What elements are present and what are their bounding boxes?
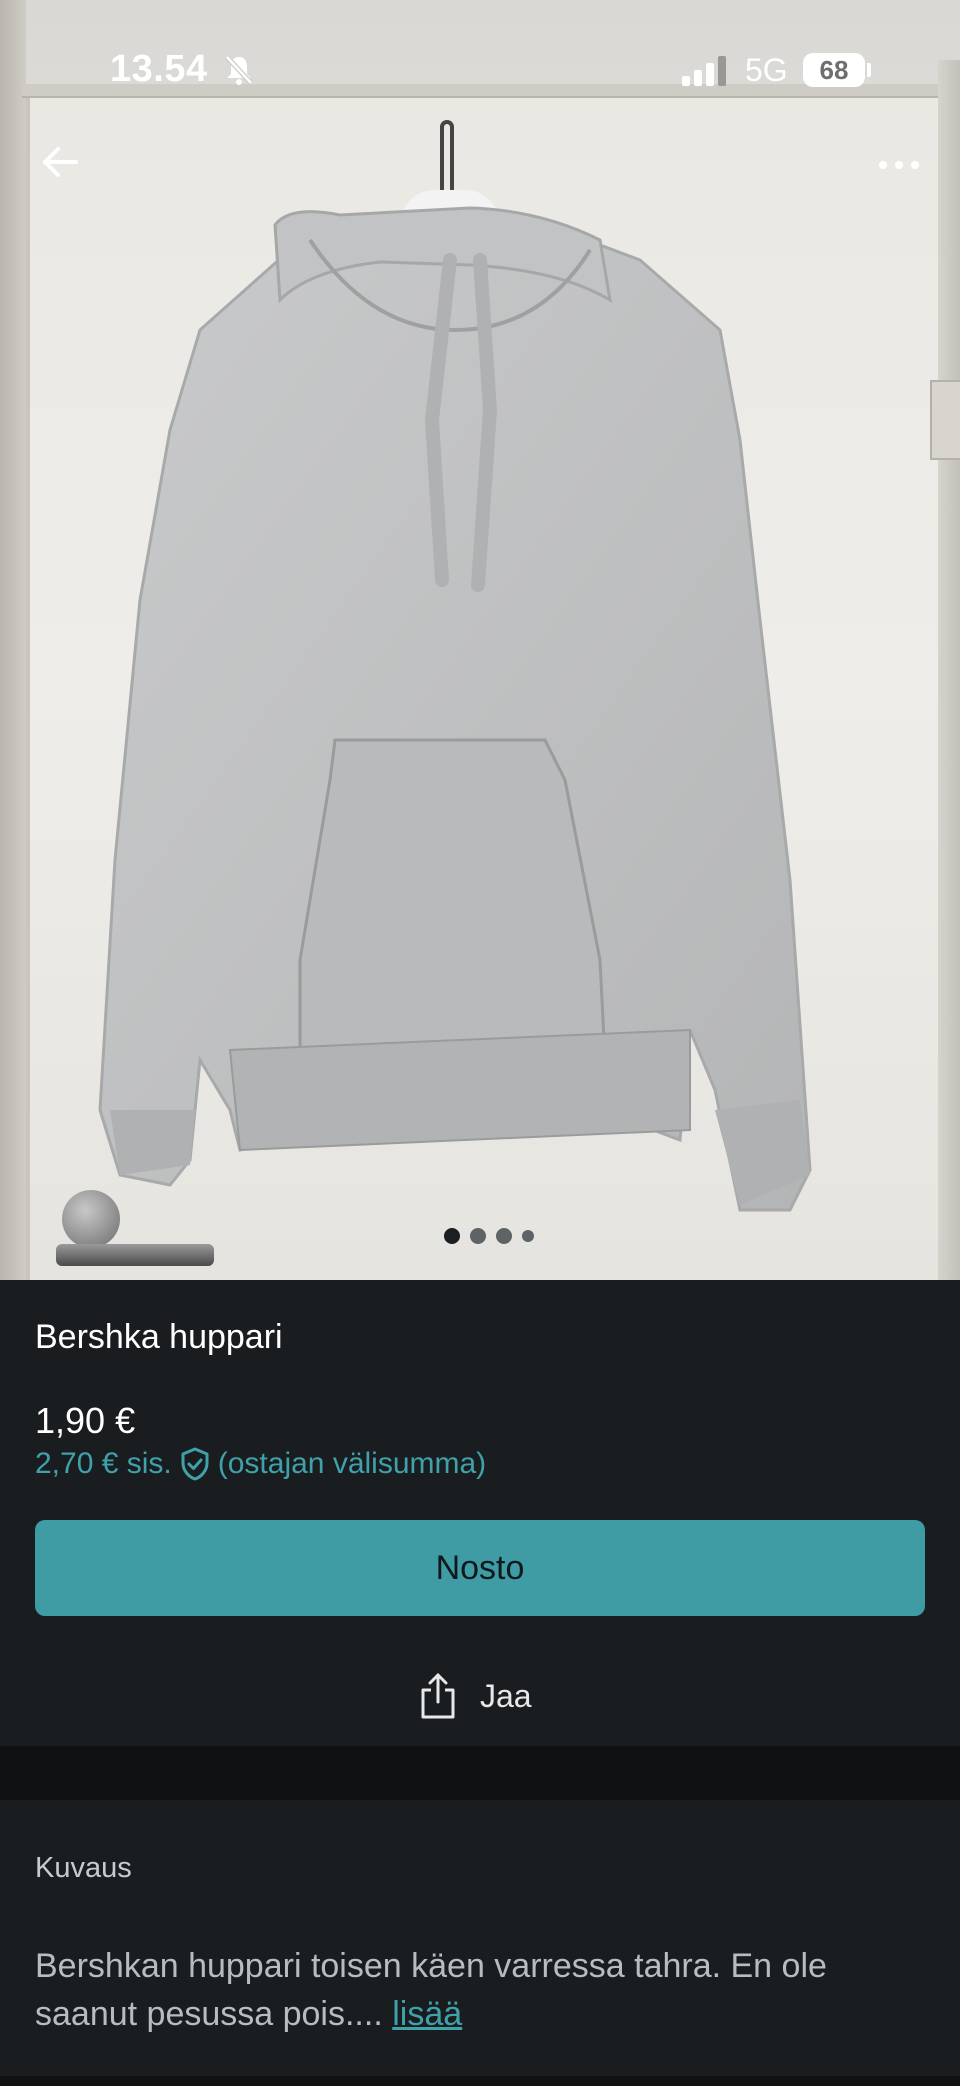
description-heading: Kuvaus: [35, 1852, 132, 1884]
bottom-strip: [0, 2076, 960, 2086]
buy-button[interactable]: Nosto: [35, 1520, 925, 1616]
pager-dot[interactable]: [496, 1228, 512, 1244]
shield-check-icon: [181, 1447, 209, 1481]
more-options-button[interactable]: [868, 140, 930, 190]
read-more-link[interactable]: lisää: [392, 1995, 462, 2033]
protection-note: (ostajan välisumma): [217, 1447, 487, 1480]
listing-price: 1,90 €: [35, 1400, 136, 1441]
total-price: 2,70 € sis.: [35, 1447, 172, 1480]
description-text-block: Bershkan huppari toisen käen varressa ta…: [35, 1942, 925, 2038]
battery-level: 68: [819, 55, 849, 85]
signal-icon: [682, 56, 726, 86]
battery-icon: 68: [803, 53, 865, 87]
pager-dot[interactable]: [522, 1230, 534, 1242]
more-dots-icon: [879, 161, 887, 169]
bell-muted-icon: [225, 55, 253, 85]
listing-details: Bershka huppari 1,90 € 2,70 € sis. (osta…: [0, 1280, 960, 1746]
hoodie-illustration: [98, 206, 812, 1212]
battery-tip: [867, 63, 871, 77]
share-icon: [421, 1673, 455, 1719]
buyer-protection-info[interactable]: 2,70 € sis. (ostajan välisumma): [35, 1447, 486, 1481]
buy-button-label: Nosto: [435, 1548, 525, 1587]
pager-dot[interactable]: [470, 1228, 486, 1244]
image-pager: [444, 1228, 534, 1244]
product-photo[interactable]: 13.54 5G 68: [0, 0, 960, 1280]
listing-title: Bershka huppari: [35, 1318, 283, 1356]
status-bar: 13.54 5G 68: [0, 0, 960, 140]
more-dots-icon: [895, 161, 903, 169]
arrow-left-icon: [43, 147, 78, 177]
share-button[interactable]: Jaa: [418, 1672, 532, 1720]
network-label: 5G: [745, 52, 788, 88]
status-time: 13.54: [110, 48, 208, 90]
pager-dot[interactable]: [444, 1228, 460, 1244]
section-divider: [0, 1746, 960, 1800]
back-button[interactable]: [34, 136, 86, 188]
share-label: Jaa: [480, 1677, 532, 1714]
more-dots-icon: [911, 161, 919, 169]
description-section: Kuvaus Bershkan huppari toisen käen varr…: [0, 1800, 960, 2076]
